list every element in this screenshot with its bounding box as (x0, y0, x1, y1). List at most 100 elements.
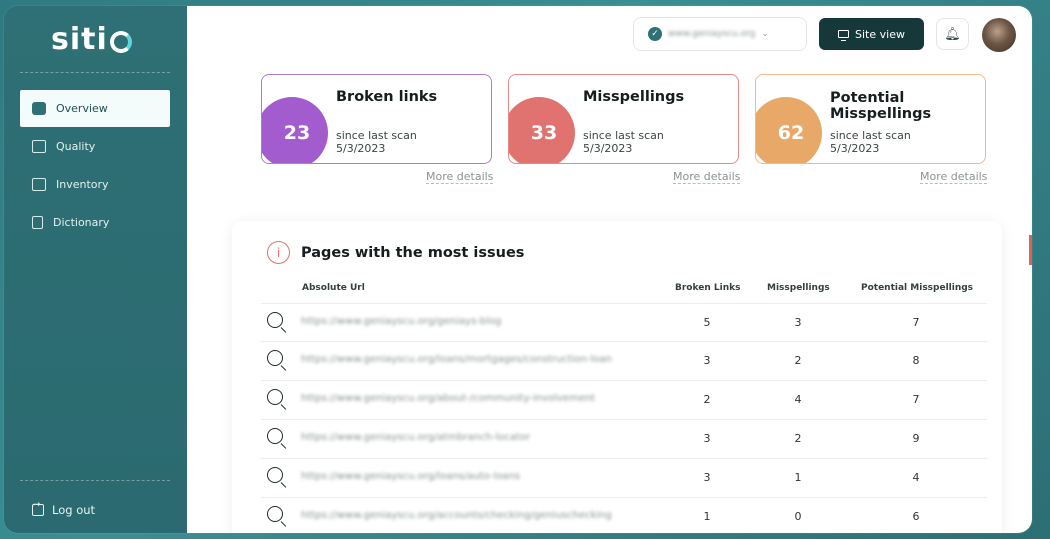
column-header-potential-misspellings: Potential Misspellings (861, 283, 974, 293)
row-url[interactable]: https://www.geniayscu.org/loans/mortgage… (301, 354, 612, 365)
panel-header: i Pages with the most issues (267, 241, 524, 264)
column-header-misspellings: Misspellings (767, 283, 830, 293)
table-row[interactable]: https://www.geniayscu.org/loans/mortgage… (261, 342, 987, 381)
search-icon[interactable] (267, 506, 283, 522)
row-potential-misspellings: 8 (912, 354, 920, 367)
broken-links-more-details-link[interactable]: More details (426, 170, 494, 184)
search-icon[interactable] (267, 428, 283, 444)
sidebar-nav: Overview Quality Inventory Dictionary (20, 90, 170, 242)
panel-title: Pages with the most issues (301, 244, 525, 261)
sidebar-item-label: Dictionary (53, 216, 110, 229)
overview-icon (32, 102, 46, 115)
row-url[interactable]: https://www.geniayscu.org/geniays-blog (301, 316, 501, 327)
chevron-down-icon: ⌄ (761, 29, 769, 39)
row-url[interactable]: https://www.geniayscu.org/loans/auto-loa… (301, 471, 520, 482)
broken-links-count: 23 (262, 97, 328, 163)
potential-misspellings-more-details-link[interactable]: More details (920, 170, 988, 184)
card-since-label: since last scan (583, 129, 664, 142)
feedback-tab[interactable] (1029, 235, 1032, 265)
potential-misspellings-count: 62 (756, 97, 822, 163)
inventory-icon (32, 178, 46, 191)
sidebar-divider (20, 480, 170, 481)
misspellings-card[interactable]: 33 Misspellings since last scan 5/3/2023 (508, 74, 739, 164)
sidebar-item-inventory[interactable]: Inventory (20, 166, 170, 203)
card-since-label: since last scan (336, 129, 417, 142)
row-misspellings: 3 (794, 316, 802, 329)
logo-text: siti (51, 22, 108, 57)
dictionary-icon (32, 216, 43, 229)
quality-icon (32, 140, 46, 153)
avatar[interactable] (982, 18, 1016, 52)
sitio-logo[interactable]: siti (51, 22, 132, 57)
row-potential-misspellings: 6 (912, 510, 920, 523)
logout-button[interactable]: Log out (32, 500, 96, 517)
notifications-button[interactable]: 🔔︎ (936, 18, 969, 50)
table-row[interactable]: https://www.geniayscu.org/about-/communi… (261, 381, 987, 420)
broken-links-card[interactable]: 23 Broken links since last scan 5/3/2023 (261, 74, 492, 164)
row-url[interactable]: https://www.geniayscu.org/about-/communi… (301, 393, 595, 404)
card-subtitle: since last scan 5/3/2023 (583, 129, 664, 155)
site-view-label: Site view (855, 27, 905, 41)
row-broken-links: 3 (703, 471, 711, 484)
bell-icon: 🔔︎ (944, 26, 961, 42)
sidebar-item-label: Overview (56, 102, 108, 115)
table-row[interactable]: https://www.geniayscu.org/loans/auto-loa… (261, 459, 987, 498)
sidebar: siti Overview Quality Inventory Dictiona… (4, 6, 187, 533)
search-icon[interactable] (267, 389, 283, 405)
row-misspellings: 2 (794, 432, 802, 445)
card-subtitle: since last scan 5/3/2023 (336, 129, 417, 155)
search-icon[interactable] (267, 312, 283, 328)
logout-icon (32, 500, 44, 516)
logout-label: Log out (52, 503, 96, 517)
table-row[interactable]: https://www.geniayscu.org/atmbranch-loca… (261, 420, 987, 459)
card-subtitle: since last scan 5/3/2023 (830, 129, 911, 155)
row-potential-misspellings: 7 (912, 316, 920, 329)
card-title: Misspellings (583, 89, 685, 105)
domain-selector[interactable]: ✓ www.geniayscu.org ⌄ (633, 17, 807, 51)
column-header-broken-links: Broken Links (675, 283, 741, 293)
domain-value: www.geniayscu.org (668, 29, 756, 39)
row-misspellings: 0 (794, 510, 802, 523)
site-view-button[interactable]: Site view (819, 18, 924, 50)
sidebar-item-label: Quality (56, 140, 96, 153)
sidebar-item-label: Inventory (56, 178, 109, 191)
row-broken-links: 1 (703, 510, 711, 523)
row-broken-links: 2 (703, 393, 711, 406)
column-header-url: Absolute Url (302, 283, 365, 293)
app-window: siti Overview Quality Inventory Dictiona… (4, 6, 1032, 533)
sidebar-item-quality[interactable]: Quality (20, 128, 170, 165)
sidebar-divider (20, 72, 170, 73)
row-misspellings: 4 (794, 393, 802, 406)
card-title: Potential Misspellings (830, 90, 932, 122)
row-url[interactable]: https://www.geniayscu.org/atmbranch-loca… (301, 432, 530, 443)
row-misspellings: 1 (794, 471, 802, 484)
logo-ring-icon (109, 30, 132, 53)
sidebar-item-dictionary[interactable]: Dictionary (20, 204, 170, 241)
row-potential-misspellings: 9 (912, 432, 920, 445)
row-misspellings: 2 (794, 354, 802, 367)
sidebar-item-overview[interactable]: Overview (20, 90, 170, 127)
potential-misspellings-card[interactable]: 62 Potential Misspellings since last sca… (755, 74, 986, 164)
search-icon[interactable] (267, 350, 283, 366)
row-broken-links: 3 (703, 354, 711, 367)
table-row[interactable]: https://www.geniayscu.org/accounts/check… (261, 498, 987, 533)
issues-panel: i Pages with the most issues Absolute Ur… (232, 221, 1002, 533)
row-potential-misspellings: 4 (912, 471, 920, 484)
card-title: Broken links (336, 89, 438, 105)
monitor-icon (838, 30, 850, 41)
card-scan-date: 5/3/2023 (583, 142, 633, 155)
row-url[interactable]: https://www.geniayscu.org/accounts/check… (301, 510, 612, 521)
main-content: ✓ www.geniayscu.org ⌄ Site view 🔔︎ 23 Br… (187, 6, 1032, 533)
row-potential-misspellings: 7 (912, 393, 920, 406)
misspellings-more-details-link[interactable]: More details (673, 170, 741, 184)
misspellings-count: 33 (509, 97, 575, 163)
verified-check-icon: ✓ (648, 27, 662, 41)
card-since-label: since last scan (830, 129, 911, 142)
card-scan-date: 5/3/2023 (336, 142, 386, 155)
card-scan-date: 5/3/2023 (830, 142, 880, 155)
search-icon[interactable] (267, 467, 283, 483)
row-broken-links: 5 (703, 316, 711, 329)
table-row[interactable]: https://www.geniayscu.org/geniays-blog 5… (261, 303, 987, 342)
row-broken-links: 3 (703, 432, 711, 445)
warning-icon: i (267, 241, 290, 264)
